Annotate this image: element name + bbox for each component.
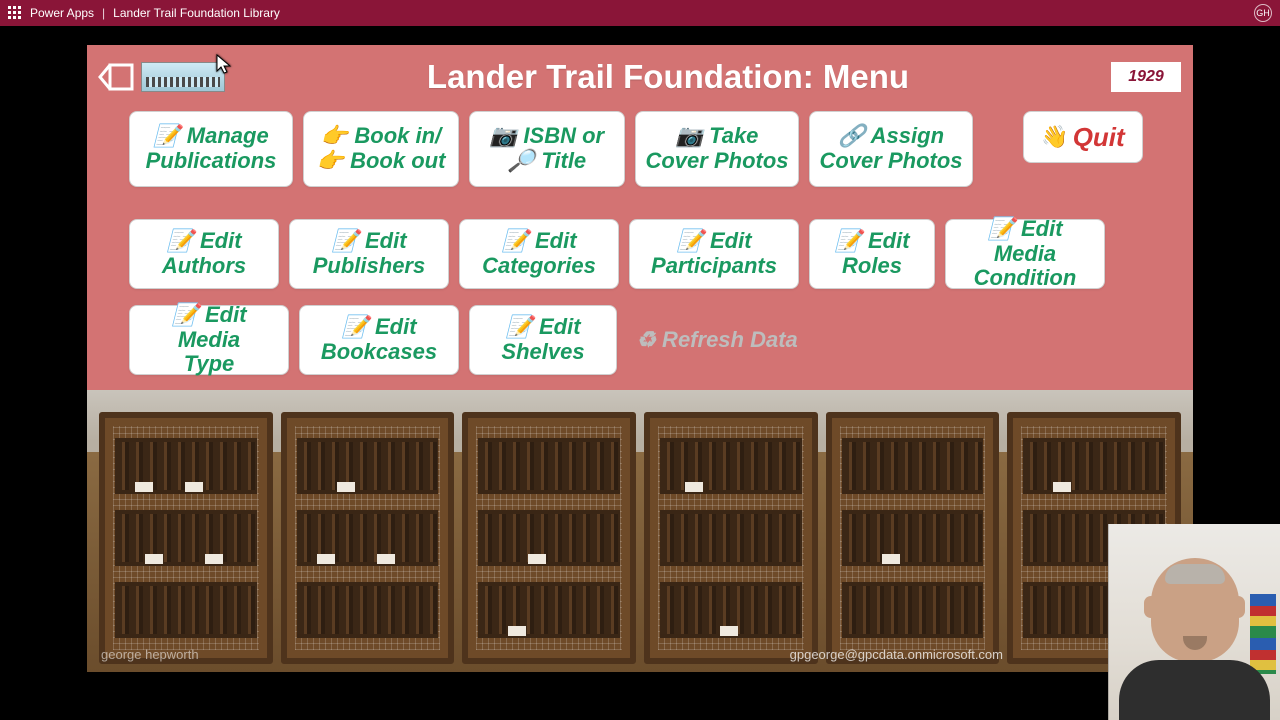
power-apps-titlebar: Power Apps | Lander Trail Foundation Lib… bbox=[0, 0, 1280, 26]
app-launcher-icon[interactable] bbox=[8, 6, 22, 20]
isbn-title-button[interactable]: 📷 ISBN or 🔎 Title bbox=[469, 111, 625, 187]
edit-media-condition-button[interactable]: 📝 Edit Media Condition bbox=[945, 219, 1105, 289]
year-display: 1929 bbox=[1111, 62, 1181, 92]
quit-button[interactable]: 👋 Quit bbox=[1023, 111, 1143, 163]
product-name: Power Apps bbox=[30, 6, 94, 20]
assign-cover-photos-button[interactable]: 🔗 Assign Cover Photos bbox=[809, 111, 973, 187]
titlebar-separator: | bbox=[102, 6, 105, 20]
background-photo: george hepworth gpgeorge@gpcdata.onmicro… bbox=[87, 390, 1193, 672]
user-avatar[interactable]: GH bbox=[1254, 4, 1272, 22]
watermark-email: gpgeorge@gpcdata.onmicrosoft.com bbox=[790, 647, 1003, 662]
back-icon[interactable] bbox=[93, 56, 139, 98]
edit-roles-button[interactable]: 📝 Edit Roles bbox=[809, 219, 935, 289]
edit-participants-button[interactable]: 📝 Edit Participants bbox=[629, 219, 799, 289]
edit-media-type-button[interactable]: 📝 Edit Media Type bbox=[129, 305, 289, 375]
edit-shelves-button[interactable]: 📝 Edit Shelves bbox=[469, 305, 617, 375]
webcam-overlay bbox=[1108, 524, 1280, 720]
edit-categories-button[interactable]: 📝 Edit Categories bbox=[459, 219, 619, 289]
edit-bookcases-button[interactable]: 📝 Edit Bookcases bbox=[299, 305, 459, 375]
manage-publications-button[interactable]: 📝 Manage Publications bbox=[129, 111, 293, 187]
edit-publishers-button[interactable]: 📝 Edit Publishers bbox=[289, 219, 449, 289]
refresh-data-button[interactable]: ♻ Refresh Data bbox=[627, 305, 807, 375]
watermark-author: george hepworth bbox=[101, 647, 199, 662]
menu-panel: Lander Trail Foundation: Menu 1929 📝 Man… bbox=[87, 45, 1193, 390]
edit-authors-button[interactable]: 📝 Edit Authors bbox=[129, 219, 279, 289]
app-logo bbox=[141, 62, 225, 92]
book-in-out-button[interactable]: 👉 Book in/ 👉 Book out bbox=[303, 111, 459, 187]
wave-icon: 👋 bbox=[1041, 124, 1068, 150]
take-cover-photos-button[interactable]: 📷 Take Cover Photos bbox=[635, 111, 799, 187]
page-title: Lander Trail Foundation: Menu bbox=[225, 58, 1111, 96]
app-canvas: Lander Trail Foundation: Menu 1929 📝 Man… bbox=[87, 45, 1193, 672]
app-name: Lander Trail Foundation Library bbox=[113, 6, 280, 20]
